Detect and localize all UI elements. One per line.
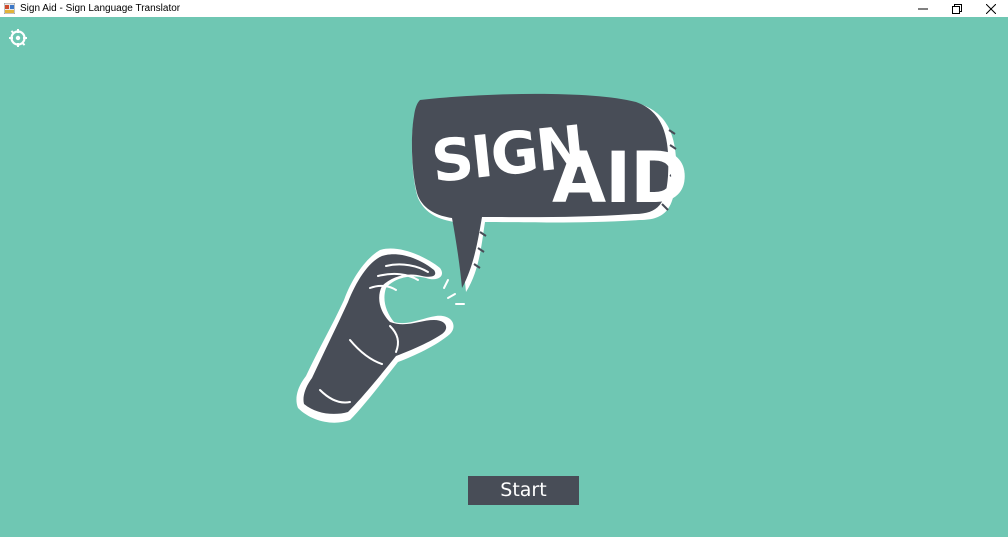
settings-icon[interactable] — [8, 28, 28, 48]
motion-lines — [443, 279, 465, 305]
title-bar[interactable]: Sign Aid - Sign Language Translator — [0, 0, 1008, 17]
close-button[interactable] — [974, 0, 1008, 17]
restore-button[interactable] — [940, 0, 974, 17]
sign-aid-logo: SIGN AID — [296, 93, 688, 423]
speech-bubble: SIGN AID — [411, 93, 688, 292]
minimize-icon — [918, 8, 928, 9]
app-window: Sign Aid - Sign Language Translator SIGN… — [0, 0, 1008, 537]
close-icon — [986, 3, 996, 14]
start-button[interactable]: Start — [468, 476, 579, 505]
restore-icon — [952, 3, 962, 14]
minimize-button[interactable] — [906, 0, 940, 17]
hand-illustration — [296, 248, 454, 423]
logo-text-aid: AID — [552, 137, 687, 219]
app-icon — [3, 3, 15, 15]
window-title: Sign Aid - Sign Language Translator — [20, 3, 181, 14]
